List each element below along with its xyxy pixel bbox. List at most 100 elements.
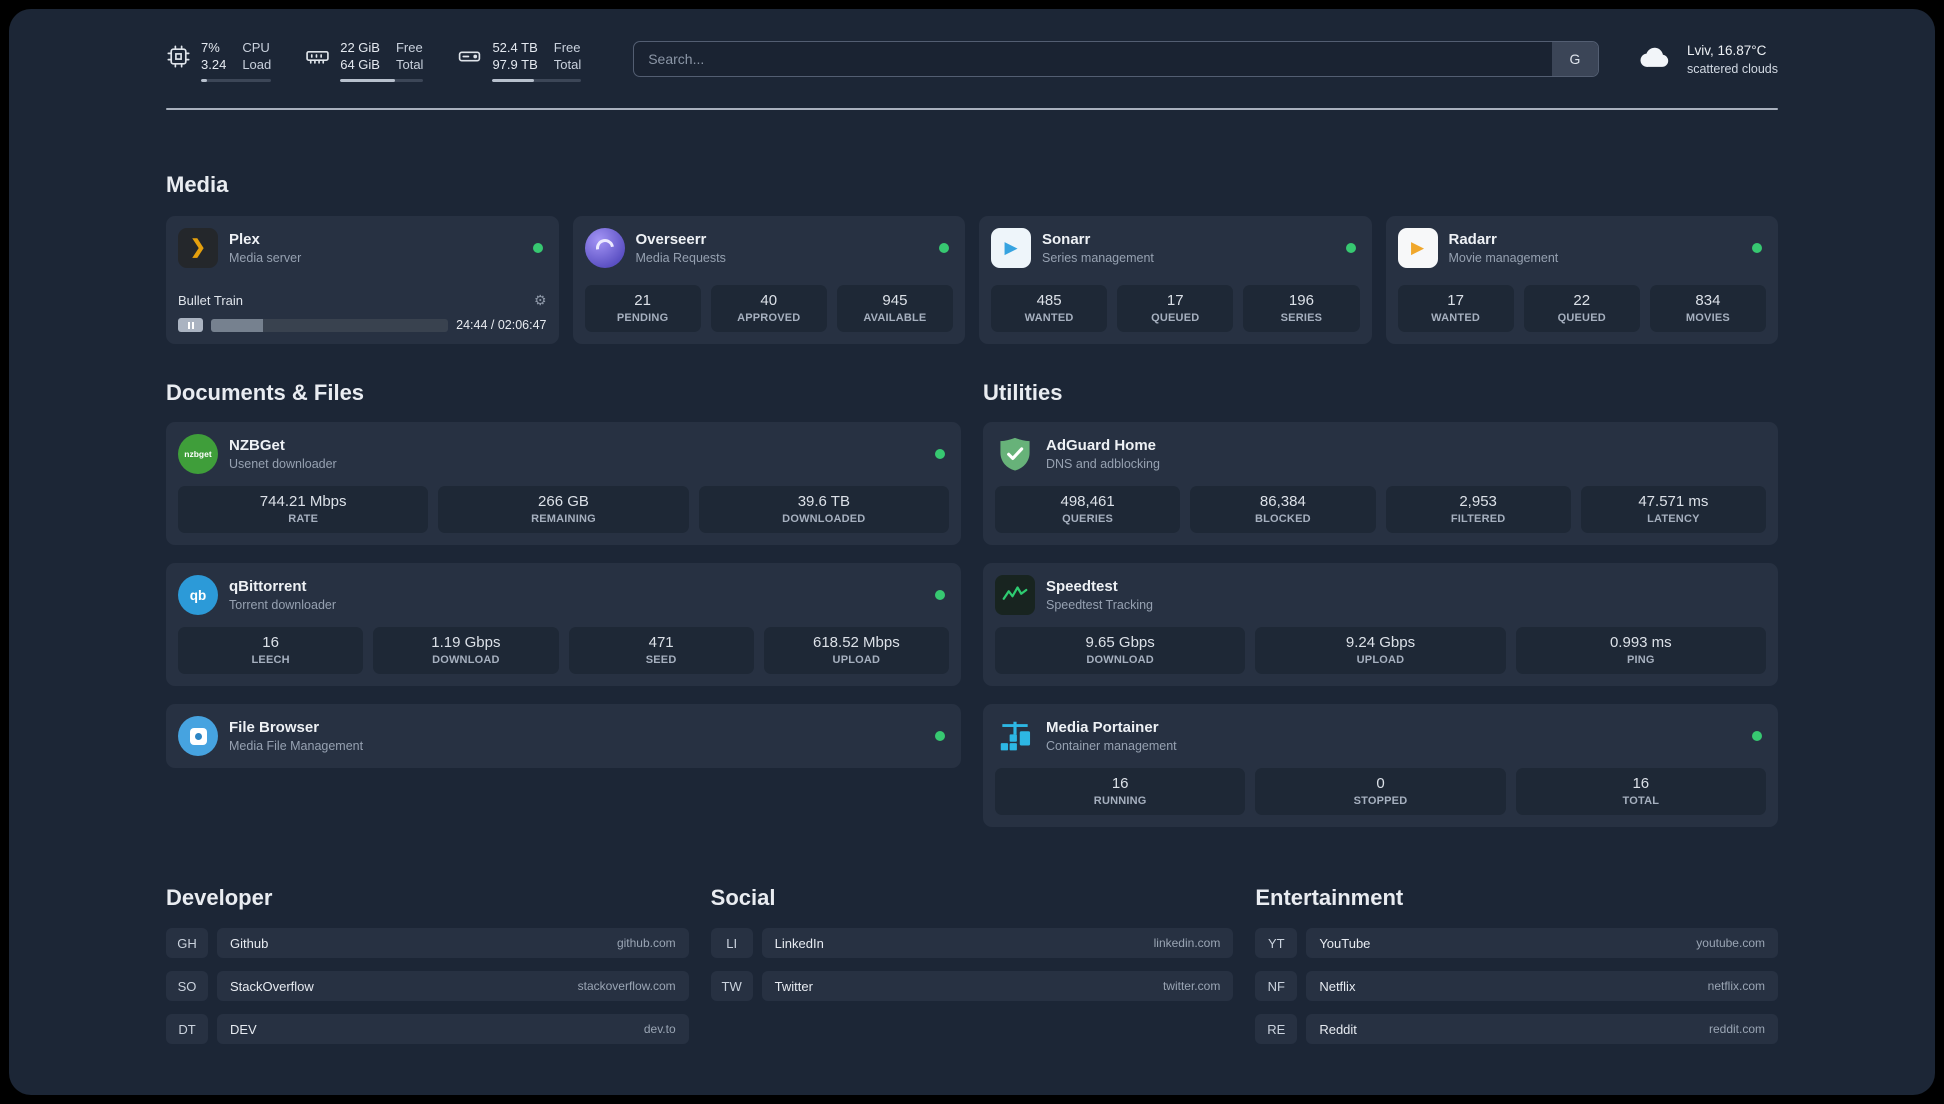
stats-row: 9.65 Gbps DOWNLOAD 9.24 Gbps UPLOAD 0.99… bbox=[995, 627, 1766, 674]
disk-label-top: Free bbox=[553, 40, 581, 55]
bookmark-domain: github.com bbox=[616, 936, 676, 950]
entertainment-column: Entertainment YT YouTube youtube.com NF … bbox=[1255, 885, 1778, 1044]
nzbget-icon: nzbget bbox=[178, 434, 218, 474]
stat-label: UPLOAD bbox=[832, 654, 881, 666]
bookmark-pill[interactable]: YouTube youtube.com bbox=[1306, 928, 1778, 958]
stat-value: 196 bbox=[1288, 292, 1314, 309]
service-name: Plex bbox=[229, 231, 260, 248]
overseerr-icon bbox=[584, 228, 625, 268]
weather-condition: scattered clouds bbox=[1686, 61, 1778, 76]
disk-total-value: 97.9 TB bbox=[492, 57, 538, 72]
service-card-radarr[interactable]: ▶ Radarr Movie management 17 WANTED 22 Q… bbox=[1385, 216, 1778, 344]
service-card-plex[interactable]: ❯ Plex Media server Bullet Train ⚙ 24:44… bbox=[166, 216, 559, 344]
stat-approved: 40 APPROVED bbox=[710, 285, 827, 332]
speedtest-graph-icon bbox=[995, 575, 1035, 615]
bookmark-pill[interactable]: Github github.com bbox=[217, 928, 689, 958]
bookmark-linkedin[interactable]: LI LinkedIn linkedin.com bbox=[710, 928, 1234, 958]
service-card-sonarr[interactable]: ▶ Sonarr Series management 485 WANTED 17… bbox=[979, 216, 1372, 344]
stat-value: 40 bbox=[760, 292, 778, 309]
stat-leech: 16 LEECH bbox=[178, 627, 364, 674]
stat-value: 1.19 Gbps bbox=[431, 634, 501, 651]
stat-value: 47.571 ms bbox=[1638, 493, 1709, 510]
stat-value: 9.65 Gbps bbox=[1085, 634, 1155, 651]
stat-value: 744.21 Mbps bbox=[259, 493, 347, 510]
bookmark-pill[interactable]: StackOverflow stackoverflow.com bbox=[217, 971, 689, 1001]
bookmark-pill[interactable]: LinkedIn linkedin.com bbox=[761, 928, 1234, 958]
cpu-usage-bar bbox=[201, 79, 272, 82]
stat-downloaded: 39.6 TB DOWNLOADED bbox=[698, 486, 949, 533]
stat-label: PING bbox=[1626, 654, 1655, 666]
bookmark-pill[interactable]: Netflix netflix.com bbox=[1306, 971, 1778, 1001]
ram-icon bbox=[305, 44, 330, 69]
service-text: Overseerr Media Requests bbox=[636, 231, 726, 265]
bookmark-domain: stackoverflow.com bbox=[577, 979, 676, 993]
service-card-speedtest[interactable]: Speedtest Speedtest Tracking 9.65 Gbps D… bbox=[983, 563, 1778, 686]
service-card-adguard[interactable]: AdGuard Home DNS and adblocking 498,461 … bbox=[983, 422, 1778, 545]
stat-value: 498,461 bbox=[1060, 493, 1115, 510]
bookmark-pill[interactable]: DEV dev.to bbox=[217, 1014, 689, 1044]
pause-button[interactable] bbox=[178, 318, 203, 332]
bookmark-pill[interactable]: Reddit reddit.com bbox=[1306, 1014, 1778, 1044]
bookmark-reddit[interactable]: RE Reddit reddit.com bbox=[1255, 1014, 1778, 1044]
documents-column: Documents & Files nzbget NZBGet Usenet d… bbox=[166, 380, 961, 827]
bookmark-domain: dev.to bbox=[643, 1022, 676, 1036]
radarr-icon: ▶ bbox=[1397, 228, 1438, 268]
bookmark-netflix[interactable]: NF Netflix netflix.com bbox=[1255, 971, 1778, 1001]
service-card-portainer[interactable]: Media Portainer Container management 16 … bbox=[983, 704, 1778, 827]
service-name: AdGuard Home bbox=[1046, 437, 1157, 454]
stat-value: 21 bbox=[634, 292, 651, 309]
stat-label: BLOCKED bbox=[1254, 513, 1311, 525]
bookmark-pill[interactable]: Twitter twitter.com bbox=[761, 971, 1234, 1001]
stat-series: 196 SERIES bbox=[1243, 285, 1360, 332]
bookmark-github[interactable]: GH Github github.com bbox=[166, 928, 689, 958]
bookmark-twitter[interactable]: TW Twitter twitter.com bbox=[710, 971, 1234, 1001]
service-text: Sonarr Series management bbox=[1042, 231, 1154, 265]
radarr-play-glyph: ▶ bbox=[1410, 238, 1425, 257]
section-title-entertainment: Entertainment bbox=[1255, 885, 1404, 910]
stat-movies: 834 MOVIES bbox=[1649, 285, 1767, 332]
service-card-overseerr[interactable]: Overseerr Media Requests 21 PENDING 40 A… bbox=[572, 216, 965, 344]
search-bar[interactable]: G bbox=[633, 41, 1599, 77]
status-dot bbox=[939, 243, 949, 253]
service-name: Media Portainer bbox=[1046, 719, 1159, 736]
stat-label: TOTAL bbox=[1622, 795, 1660, 807]
playback-progress-bar[interactable] bbox=[211, 318, 449, 332]
stat-value: 16 bbox=[1632, 775, 1650, 792]
bookmark-youtube[interactable]: YT YouTube youtube.com bbox=[1255, 928, 1778, 958]
cpu-chip-icon bbox=[166, 44, 191, 69]
stat-label: DOWNLOAD bbox=[1086, 654, 1154, 666]
stat-value: 0.993 ms bbox=[1609, 634, 1672, 651]
playback-progress-fill bbox=[211, 318, 264, 332]
search-input[interactable] bbox=[634, 42, 1552, 76]
stat-label: RATE bbox=[288, 513, 319, 525]
sonarr-icon: ▶ bbox=[991, 228, 1031, 268]
search-provider-button[interactable]: G bbox=[1551, 42, 1598, 76]
bookmark-domain: reddit.com bbox=[1708, 1022, 1765, 1036]
stat-value: 16 bbox=[1111, 775, 1129, 792]
stat-available: 945 AVAILABLE bbox=[836, 285, 954, 332]
service-header: Media Portainer Container management bbox=[995, 716, 1766, 756]
stat-value: 266 GB bbox=[538, 493, 589, 510]
cpu-usage-fill bbox=[201, 79, 207, 82]
section-title-developer: Developer bbox=[166, 885, 273, 910]
service-header: nzbget NZBGet Usenet downloader bbox=[178, 434, 949, 474]
dashboard: 7% 3.24 CPU Load 22 GiB 64 GiB Free Tota… bbox=[9, 9, 1935, 1095]
weather-widget[interactable]: Lviv, 16.87°C scattered clouds bbox=[1635, 40, 1778, 79]
service-card-nzbget[interactable]: nzbget NZBGet Usenet downloader 744.21 M… bbox=[166, 422, 961, 545]
gear-icon[interactable]: ⚙ bbox=[534, 292, 547, 309]
stat-label: DOWNLOADED bbox=[782, 513, 866, 525]
bookmark-dev[interactable]: DT DEV dev.to bbox=[166, 1014, 689, 1044]
service-name: qBittorrent bbox=[229, 578, 307, 595]
overseerr-swirl-glyph bbox=[591, 235, 618, 261]
stat-running: 16 RUNNING bbox=[995, 768, 1246, 815]
bookmark-stackoverflow[interactable]: SO StackOverflow stackoverflow.com bbox=[166, 971, 689, 1001]
service-subtitle: Media File Management bbox=[229, 739, 364, 753]
service-text: Radarr Movie management bbox=[1449, 231, 1559, 265]
playback-row: 24:44 / 02:06:47 bbox=[178, 318, 547, 332]
stats-row: 744.21 Mbps RATE 266 GB REMAINING 39.6 T… bbox=[178, 486, 949, 533]
sonarr-play-glyph: ▶ bbox=[1004, 238, 1018, 257]
service-card-qbittorrent[interactable]: qb qBittorrent Torrent downloader 16 LEE… bbox=[166, 563, 961, 686]
service-card-filebrowser[interactable]: File Browser Media File Management bbox=[166, 704, 961, 768]
cpu-label-bottom: Load bbox=[242, 57, 272, 72]
stat-value: 2,953 bbox=[1459, 493, 1497, 510]
